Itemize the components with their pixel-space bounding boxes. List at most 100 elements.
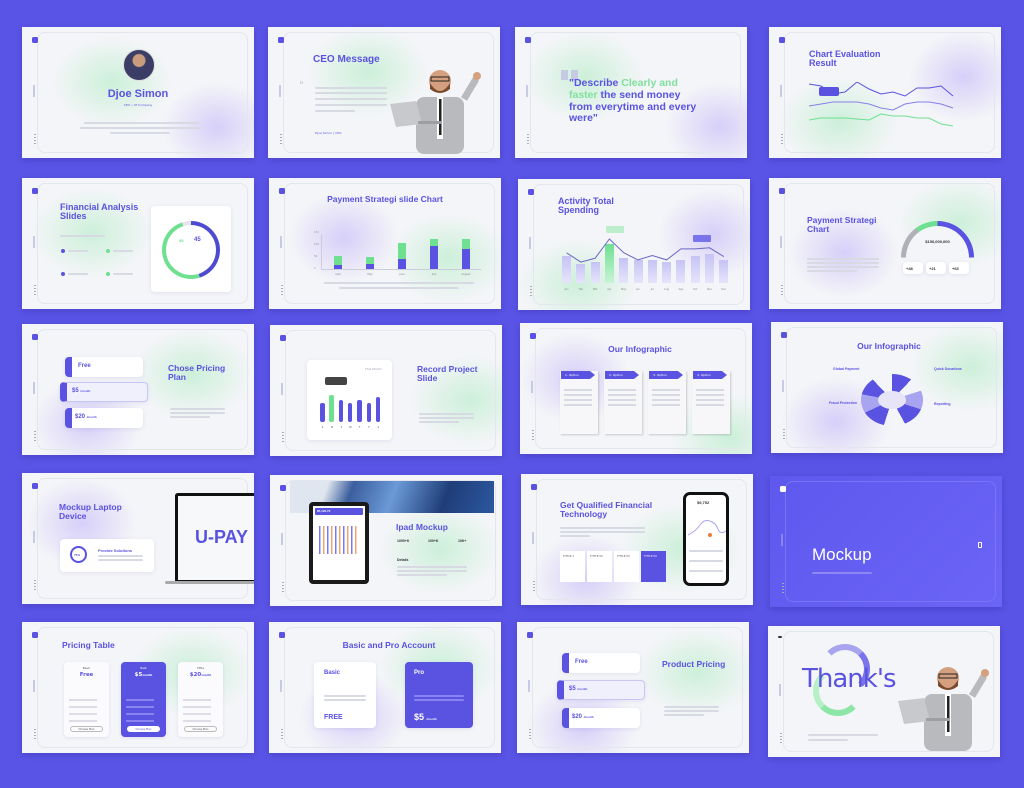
x-tick-label: M bbox=[330, 426, 333, 429]
plan-name: Basic bbox=[324, 670, 341, 676]
slide-product-pricing[interactable]: Free $5 /month $20 /month Product Pricin… bbox=[517, 622, 749, 753]
price-amount: $20 bbox=[189, 672, 202, 678]
choose-plan-button[interactable]: Choose Plan bbox=[70, 726, 103, 732]
slide-chart-evaluation[interactable]: Chart Evaluation Result bbox=[769, 27, 1001, 158]
plan-price: $5/month bbox=[121, 672, 166, 678]
option-card bbox=[648, 371, 686, 434]
slide-title: Our Infographic bbox=[857, 341, 921, 351]
y-tick-label: 50 bbox=[314, 255, 318, 258]
placeholder-text-line bbox=[696, 399, 724, 401]
quote-icon: “ bbox=[300, 80, 303, 90]
plan-name: Pro bbox=[414, 670, 425, 676]
feature-line bbox=[69, 713, 97, 715]
businessman-image bbox=[898, 667, 989, 751]
slide-financial-analysis[interactable]: Financial Analysis Slides 35 45 bbox=[22, 178, 254, 309]
slide-title: Financial Analysis Slides bbox=[60, 202, 139, 222]
x-tick-label: June bbox=[399, 273, 405, 276]
next-icon[interactable] bbox=[978, 542, 982, 548]
period-dropdown[interactable]: This Month bbox=[365, 367, 382, 371]
stat: 1090+K bbox=[397, 539, 410, 543]
stacked-bar-chart: April May June July August 0 50 100 150 bbox=[314, 231, 481, 276]
bar-segment-bottom bbox=[398, 259, 406, 269]
slide-title: Pricing Table bbox=[62, 640, 115, 650]
x-tick-label: T bbox=[340, 426, 342, 429]
plan-price: $5 /month bbox=[569, 686, 588, 692]
slide-mockup-cover[interactable]: Mockup bbox=[770, 476, 1002, 607]
slide-infographic-radial[interactable]: Our Infographic Global Payment Quick Don… bbox=[771, 322, 1003, 453]
bar bbox=[320, 403, 325, 422]
plan-price: FREE bbox=[324, 714, 343, 721]
tooltip bbox=[693, 235, 711, 242]
gauge-chart bbox=[901, 221, 974, 294]
line-chart bbox=[809, 82, 954, 127]
slide-payment-bar-chart[interactable]: Payment Strategi slide Chart April May Jun… bbox=[269, 178, 501, 309]
screen-amount: $5,120.73 bbox=[317, 509, 331, 513]
x-tick-label: F bbox=[368, 426, 370, 429]
details-label: Details bbox=[397, 558, 409, 562]
slide-activity-spending[interactable]: Activity Total Spending Jan Feb Mar Apr May J… bbox=[518, 179, 750, 310]
series-line bbox=[809, 101, 954, 111]
feature-line bbox=[183, 706, 211, 708]
avatar bbox=[123, 49, 155, 81]
slide-profile[interactable]: Djoe Simon CEO • Of Company bbox=[22, 27, 254, 158]
slide-title: Activity Total Spending bbox=[558, 196, 614, 216]
slide-thanks[interactable]: Thank's bbox=[768, 626, 1000, 757]
price-amount: Free bbox=[79, 672, 94, 678]
series-line bbox=[809, 113, 954, 127]
option-card bbox=[692, 371, 730, 434]
slide-title: Ipad Mockup bbox=[396, 522, 448, 532]
slide-laptop-mockup[interactable]: Mockup Laptop Device 75% Provide Solutio… bbox=[22, 473, 254, 604]
bar bbox=[347, 403, 353, 422]
bar-segment-bottom bbox=[430, 246, 438, 269]
option-tab: 3. Option bbox=[649, 371, 683, 379]
placeholder-text-line bbox=[652, 394, 680, 396]
slide-title: Payment Strategi Chart bbox=[807, 215, 877, 234]
choose-plan-button[interactable]: Choose Plan bbox=[184, 726, 217, 732]
x-tick-label: July bbox=[431, 273, 437, 276]
feature-line bbox=[126, 699, 154, 701]
x-tick-label: April bbox=[335, 273, 341, 276]
slide-title: Basic and Pro Account bbox=[342, 640, 436, 650]
infographic-label: Reporting bbox=[934, 402, 951, 406]
stat-a: 35 bbox=[179, 238, 184, 243]
slide-pricing-table[interactable]: Pricing Table Basic Free Choose Plan Best $5… bbox=[22, 622, 254, 753]
placeholder-text-line bbox=[564, 389, 592, 391]
slide-record-project[interactable]: This Month S M T W T F S Record Project Slide bbox=[270, 325, 502, 456]
feature-line bbox=[126, 706, 154, 708]
bar bbox=[338, 399, 344, 422]
feature-line bbox=[69, 699, 97, 701]
slide-financial-technology[interactable]: Get Qualified Financial Technology $9,75… bbox=[521, 474, 753, 605]
bar-segment-bottom bbox=[462, 248, 470, 269]
slide-ipad-mockup[interactable]: $5,120.73 Ipad Mockup 1090+K 100+K 10K+ … bbox=[270, 475, 502, 606]
slide-infographic-options[interactable]: Our Infographic 1. Option 2. Option 3. Opt… bbox=[520, 323, 752, 454]
y-tick-label: 100 bbox=[314, 243, 319, 246]
plan-name: Basic bbox=[82, 666, 91, 670]
slide-chose-pricing[interactable]: Free $5 /month $20 /month Chose Pricing … bbox=[22, 324, 254, 455]
slide-title: Mockup bbox=[812, 545, 872, 564]
slide-quote[interactable]: "Describe Clearly and faster the send mo… bbox=[515, 27, 747, 158]
placeholder-text-line bbox=[652, 389, 680, 391]
feature-line bbox=[183, 713, 211, 715]
placeholder-text-line bbox=[696, 404, 724, 406]
slide-title: Product Pricing bbox=[662, 659, 726, 669]
slide-payment-gauge[interactable]: Payment Strategi Chart $156,000,000 +48 … bbox=[769, 178, 1001, 309]
bar-segment-bottom bbox=[334, 265, 342, 269]
bar-chart: SMTWTFS bbox=[318, 386, 384, 429]
x-tick-label: August bbox=[461, 273, 471, 276]
placeholder-text-line bbox=[608, 389, 636, 391]
stat-b: 45 bbox=[194, 237, 201, 243]
feature-line bbox=[126, 713, 154, 715]
x-tick-label: S bbox=[377, 426, 380, 429]
stat: +21 bbox=[929, 266, 936, 271]
feature-title: Provide Solutions bbox=[98, 548, 133, 553]
placeholder-text-line bbox=[608, 404, 636, 406]
plan-name: Best bbox=[140, 666, 147, 670]
percent: 75% bbox=[74, 553, 81, 557]
choose-plan-button[interactable]: Choose Plan bbox=[127, 726, 160, 732]
feature-line bbox=[183, 699, 211, 701]
title-card-label: TITTLE 1 bbox=[563, 555, 575, 558]
placeholder-text-line bbox=[564, 404, 592, 406]
slide-ceo-message[interactable]: CEO Message “ Djoe Simon | CEO bbox=[268, 27, 500, 158]
slide-basic-pro[interactable]: Basic and Pro Account Basic FREE Pro $5 … bbox=[269, 622, 501, 753]
x-tick-label: May bbox=[367, 273, 373, 276]
